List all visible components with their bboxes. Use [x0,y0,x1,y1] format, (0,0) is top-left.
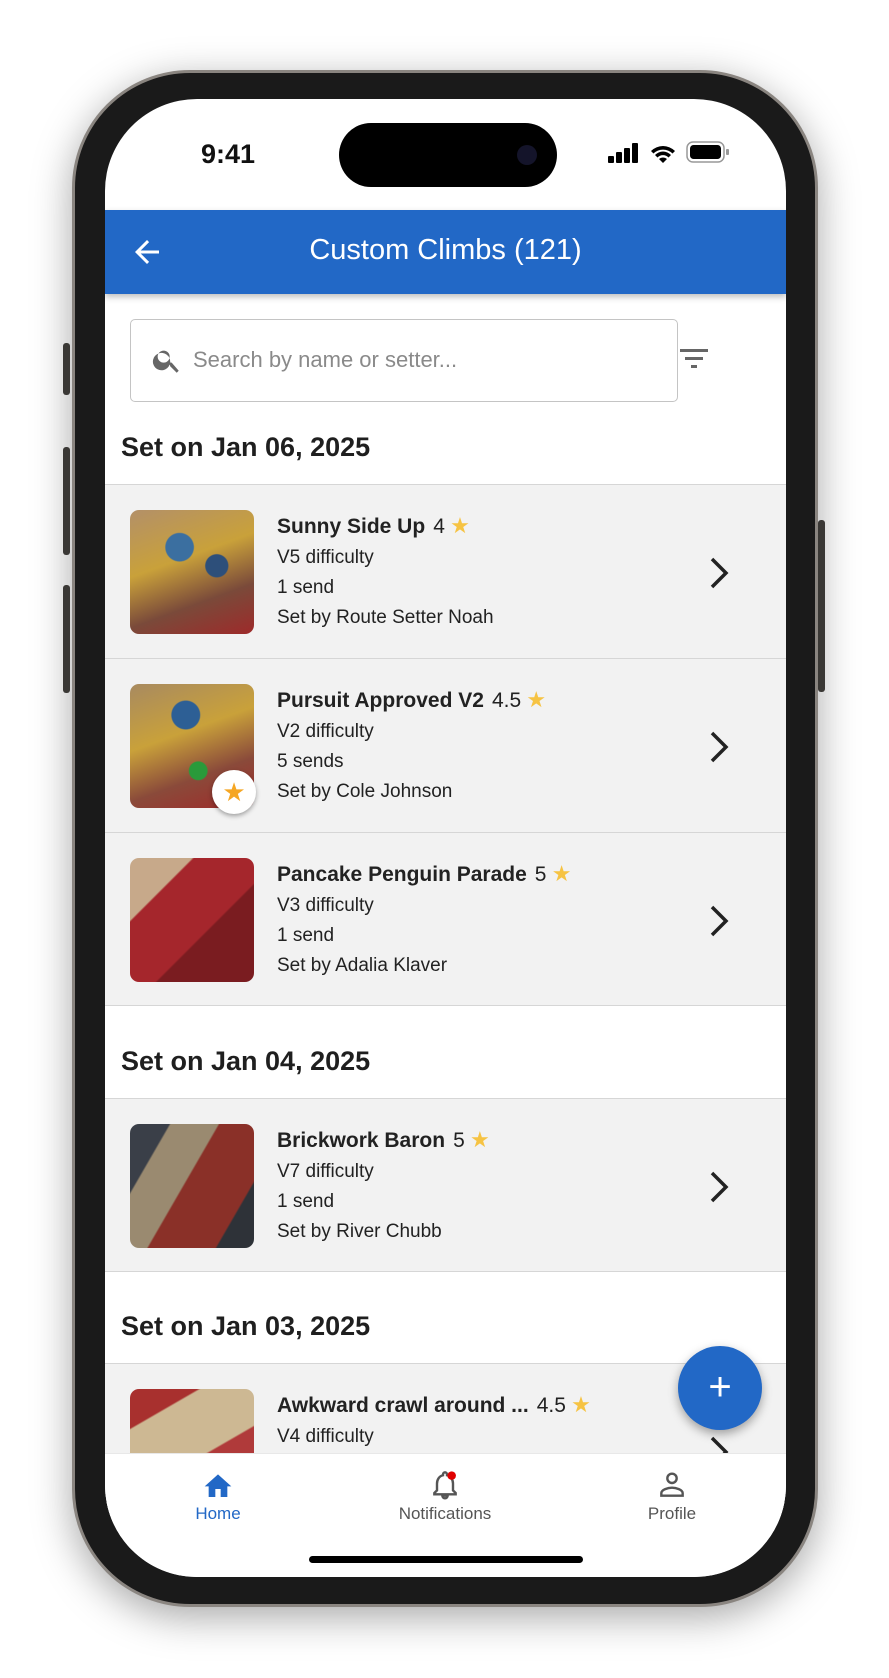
chevron-right-icon [710,905,729,937]
climb-name: Sunny Side Up [277,515,426,538]
home-icon [204,1474,232,1497]
climb-sends: 1 send [277,577,335,598]
bottom-nav: Home Notifications Profile [105,1453,786,1577]
star-icon: ★ [526,687,547,712]
dynamic-island [339,123,557,187]
climb-setter: Set by Adalia Klaver [277,955,448,976]
climb-difficulty: V7 difficulty [277,1161,374,1182]
wifi-icon [651,146,675,163]
climb-rating: 4 [433,515,445,538]
climb-rating: 4.5 [491,689,522,712]
climb-sends: 1 send [277,1191,335,1212]
power-button [818,520,825,692]
climb-thumbnail [130,510,254,634]
search-field[interactable] [130,319,678,402]
nav-label: Notifications [398,1504,492,1523]
climb-rating: 5 [453,1129,465,1152]
star-icon: ★ [551,861,572,886]
bell-icon [433,1471,457,1500]
climb-thumbnail [130,858,254,982]
climb-row[interactable]: Sunny Side Up 4 ★ V5 difficulty 1 send Se… [105,484,786,658]
climb-row[interactable]: ★ Pursuit Approved V2 4.5 ★ V2 difficulty… [105,658,786,832]
nav-notifications[interactable]: Notifications [365,1470,525,1524]
nav-label: Home [195,1504,241,1523]
climb-thumbnail [130,1124,254,1248]
section-header: Set on Jan 06, 2025 [121,432,371,462]
climb-name: Pancake Penguin Parade [277,863,527,886]
climb-name: Awkward crawl around ... [277,1394,529,1417]
climb-sends: 1 send [277,925,335,946]
climb-difficulty: V4 difficulty [277,1426,374,1447]
nav-home[interactable]: Home [138,1470,298,1524]
add-climb-button[interactable]: + [678,1346,762,1430]
section-header: Set on Jan 03, 2025 [121,1311,371,1341]
signal-icon [608,143,638,163]
climb-row[interactable]: Brickwork Baron 5 ★ V7 difficulty 1 send … [105,1098,786,1272]
climb-setter: Set by River Chubb [277,1221,442,1242]
chevron-right-icon [710,731,729,763]
volume-down-button [63,585,70,693]
climb-difficulty: V3 difficulty [277,895,374,916]
section-header: Set on Jan 04, 2025 [121,1046,371,1076]
nav-profile[interactable]: Profile [592,1470,752,1524]
star-icon: ★ [450,513,470,538]
search-input[interactable] [193,320,663,400]
page-title: Custom Climbs (121) [309,234,582,266]
volume-up-button [63,447,70,555]
person-icon [660,1472,684,1497]
climb-name: Brickwork Baron [277,1129,446,1152]
climb-difficulty: V5 difficulty [277,547,374,568]
star-icon: ★ [470,1127,490,1152]
climb-setter: Set by Cole Johnson [277,781,453,802]
nav-label: Profile [647,1504,697,1523]
star-icon: ★ [571,1392,591,1417]
chevron-right-icon [710,557,729,589]
climb-setter: Set by Route Setter Noah [277,607,494,628]
mute-switch [63,343,70,395]
climb-name: Pursuit Approved V2 [277,689,484,712]
status-icons [608,141,730,163]
screen: 9:41 Custom Climbs (121) Set on Jan 06, … [105,99,786,1577]
chevron-right-icon [710,1171,729,1203]
search-icon [152,350,179,373]
favorite-star-icon: ★ [212,770,256,814]
camera-icon [517,145,537,165]
climb-row[interactable]: Pancake Penguin Parade 5 ★ V3 difficulty … [105,832,786,1006]
climb-rating: 5 [534,863,547,886]
status-time: 9:41 [201,139,256,169]
climb-sends: 5 sends [277,751,344,772]
app-header: Custom Climbs (121) [105,210,786,294]
climb-rating: 4.5 [536,1394,566,1417]
battery-icon [686,141,729,163]
filter-icon[interactable] [671,339,717,379]
climb-difficulty: V2 difficulty [277,721,374,742]
home-indicator [309,1556,583,1563]
